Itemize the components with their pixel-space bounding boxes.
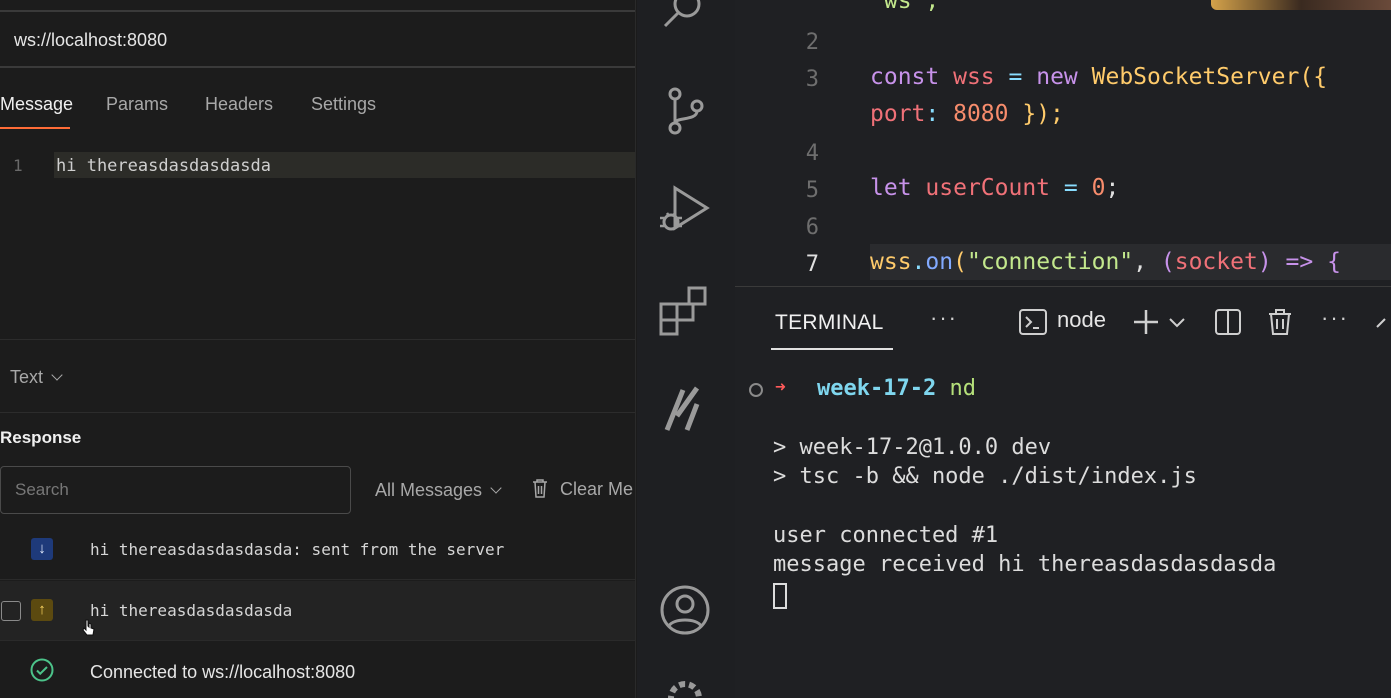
terminal-cursor: [773, 583, 787, 609]
extensions-icon[interactable]: [657, 282, 713, 338]
maximize-icon[interactable]: [1375, 307, 1391, 337]
editor-line-number: 1: [13, 156, 23, 175]
message-text: hi thereasdasdasdasda: sent from the ser…: [90, 540, 505, 559]
message-editor[interactable]: 1 hi thereasdasdasdasda: [0, 140, 635, 340]
tab-headers[interactable]: Headers: [205, 94, 273, 115]
plus-icon[interactable]: [1131, 307, 1161, 337]
terminal-icon[interactable]: [1017, 307, 1049, 337]
terminal-output-line: user connected #1: [773, 523, 999, 548]
prompt-status-icon: [749, 383, 763, 397]
message-text: hi thereasdasdasdasda: [90, 601, 293, 620]
arrow-up-icon: ↑: [31, 599, 53, 621]
more-icon[interactable]: ···: [1321, 305, 1349, 331]
message-filter-label: All Messages: [375, 480, 483, 500]
account-icon[interactable]: [657, 582, 713, 638]
webcam-thumbnail: [1211, 0, 1391, 10]
split-terminal-icon[interactable]: [1213, 307, 1243, 337]
line-number: 2: [805, 30, 819, 55]
chevron-down-icon[interactable]: [1167, 307, 1187, 337]
editor-content[interactable]: hi thereasdasdasdasda: [56, 156, 271, 176]
line-number: 5: [805, 178, 819, 203]
terminal-panel: TERMINAL ··· node ··· ➜ week-17-2 nd > w…: [735, 286, 1391, 698]
tab-terminal[interactable]: TERMINAL: [775, 311, 884, 335]
tab-message[interactable]: Message: [0, 94, 73, 115]
format-dropdown-label: Text: [10, 367, 44, 387]
mouse-pointer-icon: [82, 619, 95, 636]
connection-status-text: Connected to ws://localhost:8080: [90, 662, 356, 682]
run-debug-icon[interactable]: [657, 182, 713, 238]
message-row-incoming[interactable]: ↓ hi thereasdasdasdasda: sent from the s…: [0, 520, 635, 580]
terminal-output-line: > week-17-2@1.0.0 dev: [773, 435, 1052, 460]
chevron-down-icon: [490, 482, 502, 494]
line-number: 6: [805, 215, 819, 240]
url-input[interactable]: ws://localhost:8080: [14, 30, 167, 51]
cursor-ai-icon[interactable]: [657, 380, 713, 436]
terminal-prompt: week-17-2 nd: [817, 376, 976, 401]
response-title: Response: [0, 428, 82, 447]
active-tab-indicator: [771, 348, 893, 350]
clear-messages-label: Clear Me: [560, 479, 634, 499]
trash-icon[interactable]: [1265, 307, 1295, 337]
request-tabs: Message Params Headers Settings: [0, 82, 635, 130]
tab-params[interactable]: Params: [106, 94, 168, 115]
clear-messages-button[interactable]: Clear Me: [532, 478, 633, 500]
code-line-1-fragment: "ws";: [870, 0, 940, 14]
terminal-shell-label[interactable]: node: [1057, 307, 1106, 333]
line-number: 4: [805, 141, 819, 166]
code-line-5: let userCount = 0;: [870, 175, 1120, 201]
connection-status: Connected to ws://localhost:8080: [0, 642, 635, 698]
prompt-arrow-icon: ➜: [775, 377, 786, 398]
code-line-3: const wss = new WebSocketServer({: [870, 64, 1328, 90]
check-circle-icon: [30, 658, 54, 682]
terminal-output-line: message received hi thereasdasdasdasda: [773, 552, 1277, 577]
line-number: 7: [805, 252, 819, 277]
active-tab-indicator: [0, 127, 70, 129]
code-line-7: wss.on("connection", (socket) => {: [870, 249, 1341, 275]
vscode-window: "ws"; 2 3 4 5 6 7 const wss = new WebSoc…: [637, 0, 1391, 698]
code-editor[interactable]: "ws"; 2 3 4 5 6 7 const wss = new WebSoc…: [735, 0, 1391, 286]
websocket-client: ws://localhost:8080 Message Params Heade…: [0, 0, 636, 698]
line-number: 3: [805, 67, 819, 92]
search-icon[interactable]: [657, 0, 713, 44]
message-filter-dropdown[interactable]: All Messages: [375, 480, 502, 501]
code-line-3-wrap: port: 8080 });: [870, 101, 1064, 127]
format-dropdown[interactable]: Text: [10, 367, 63, 388]
activity-bar: [637, 0, 735, 698]
arrow-down-icon: ↓: [31, 538, 53, 560]
terminal-output-line: > tsc -b && node ./dist/index.js: [773, 464, 1197, 489]
format-row: Text: [0, 341, 635, 413]
chevron-down-icon: [51, 369, 63, 381]
tab-settings[interactable]: Settings: [311, 94, 376, 115]
source-control-icon[interactable]: [657, 84, 713, 140]
response-search-input[interactable]: [0, 466, 351, 514]
url-bar[interactable]: ws://localhost:8080: [0, 10, 635, 68]
trash-icon: [533, 479, 547, 498]
message-select-checkbox[interactable]: [1, 601, 21, 621]
more-icon[interactable]: ···: [930, 305, 958, 331]
settings-gear-icon[interactable]: [657, 676, 713, 698]
